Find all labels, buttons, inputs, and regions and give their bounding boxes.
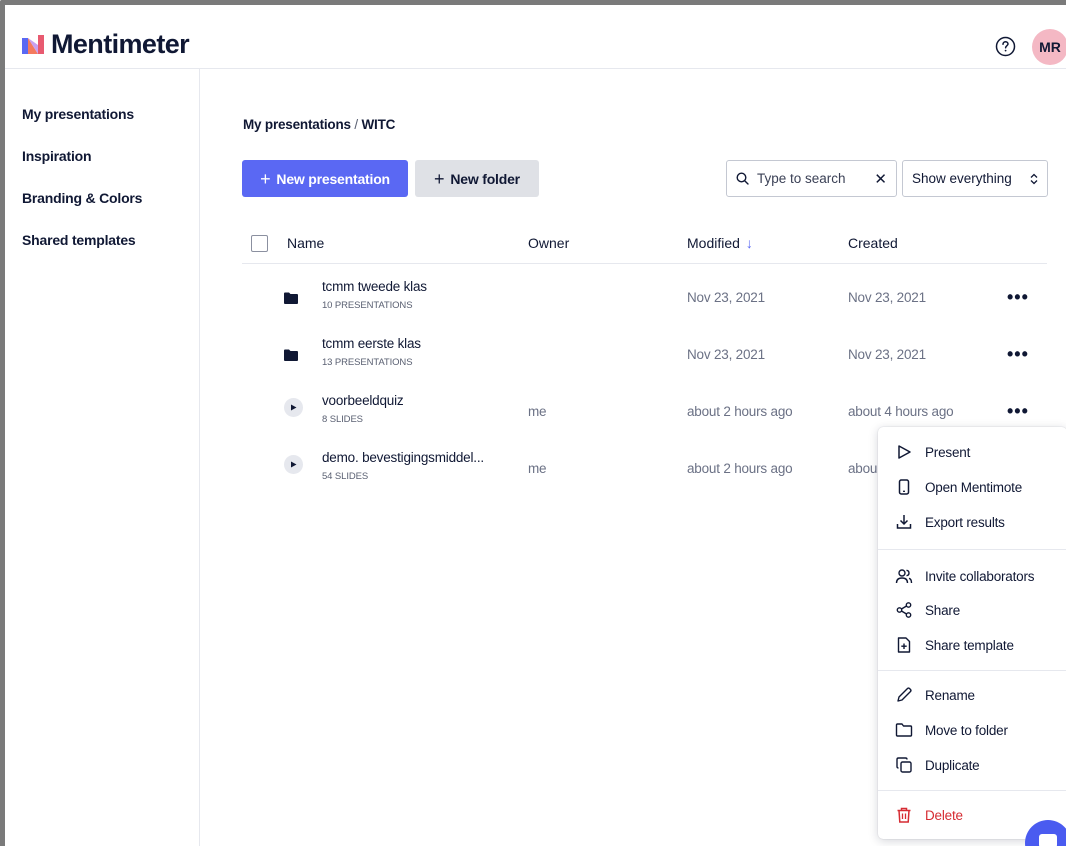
app-window: Mentimeter MR My presentations Inspirati… [0,0,1066,846]
mentimeter-logo-icon [22,35,44,54]
menu-item-export-results[interactable]: Export results [878,507,1066,537]
menu-item-invite-collaborators[interactable]: Invite collaborators [878,561,1066,591]
breadcrumb-parent[interactable]: My presentations [243,117,351,132]
search-box: ✕ [726,160,897,197]
new-folder-label: New folder [450,170,520,187]
chat-icon [1039,834,1057,846]
search-icon [736,172,749,185]
users-icon [895,569,913,584]
menu-item-label: Delete [925,807,963,823]
row-modified: Nov 23, 2021 [687,290,765,305]
column-header-created[interactable]: Created [848,235,898,251]
top-bar: Mentimeter MR [5,5,1066,69]
sidebar-item-shared-templates[interactable]: Shared templates [22,232,136,248]
menu-item-label: Share template [925,637,1014,653]
table-row[interactable]: tcmm tweede klas 10 PRESENTATIONS Nov 23… [242,270,1047,326]
row-modified: about 2 hours ago [687,404,793,419]
help-icon[interactable] [995,36,1016,57]
row-title: demo. bevestigingsmiddel... [322,450,484,465]
row-title: tcmm eerste klas [322,336,421,351]
column-header-modified[interactable]: Modified ↓ [687,235,753,251]
row-created: abou [848,461,878,476]
copy-icon [896,757,912,773]
row-modified: Nov 23, 2021 [687,347,765,362]
filter-select[interactable]: Show everything [902,160,1048,197]
table-header: Name Owner Modified ↓ Created [242,230,1047,264]
folder-outline-icon [895,723,913,737]
menu-item-label: Rename [925,687,975,703]
menu-item-rename[interactable]: Rename [878,680,1066,710]
menu-item-label: Open Mentimote [925,479,1022,495]
search-input[interactable] [757,171,857,186]
logo-text: Mentimeter [51,29,190,59]
clear-search-icon[interactable]: ✕ [874,170,887,188]
row-modified: about 2 hours ago [687,461,793,476]
sidebar-item-branding-colors[interactable]: Branding & Colors [22,190,142,206]
row-subtitle: 10 PRESENTATIONS [322,300,413,311]
menu-item-share[interactable]: Share [878,595,1066,625]
play-button-icon[interactable] [284,455,303,474]
select-all-checkbox[interactable] [251,235,268,252]
menu-item-present[interactable]: Present [878,437,1066,467]
sort-down-arrow-icon: ↓ [745,235,753,251]
menu-divider [878,790,1066,791]
row-created: about 4 hours ago [848,404,954,419]
folder-icon [284,349,298,361]
more-options-icon[interactable]: ••• [1007,288,1029,306]
menu-item-label: Move to folder [925,722,1008,738]
row-title: tcmm tweede klas [322,279,427,294]
plus-icon: + [434,168,445,189]
sidebar-item-my-presentations[interactable]: My presentations [22,106,134,122]
chevron-updown-icon [1030,173,1038,184]
breadcrumb: My presentations / WITC [243,117,395,132]
breadcrumb-separator: / [354,117,358,132]
menu-item-duplicate[interactable]: Duplicate [878,750,1066,780]
file-plus-icon [897,637,911,653]
more-options-icon[interactable]: ••• [1007,345,1029,363]
menu-item-open-mentimote[interactable]: Open Mentimote [878,472,1066,502]
column-header-name[interactable]: Name [287,235,324,251]
avatar[interactable]: MR [1032,29,1066,65]
more-options-icon[interactable]: ••• [1007,402,1029,420]
menu-item-label: Duplicate [925,757,980,773]
folder-icon [284,292,298,304]
menu-divider [878,549,1066,550]
sidebar: My presentations Inspiration Branding & … [5,69,200,846]
menu-item-label: Invite collaborators [925,568,1035,584]
new-presentation-button[interactable]: + New presentation [242,160,408,197]
menu-item-move-to-folder[interactable]: Move to folder [878,715,1066,745]
share-icon [896,602,912,618]
sidebar-item-inspiration[interactable]: Inspiration [22,148,92,164]
row-subtitle: 13 PRESENTATIONS [322,357,413,368]
plus-icon: + [260,168,271,189]
phone-icon [898,479,910,495]
column-header-modified-label: Modified [687,235,740,251]
menu-item-share-template[interactable]: Share template [878,630,1066,660]
logo[interactable]: Mentimeter [22,29,190,59]
play-outline-icon [898,445,911,459]
trash-icon [897,807,911,823]
menu-item-label: Present [925,444,971,460]
row-created: Nov 23, 2021 [848,290,926,305]
row-created: Nov 23, 2021 [848,347,926,362]
row-owner: me [528,461,547,476]
row-owner: me [528,404,547,419]
row-subtitle: 8 SLIDES [322,414,363,425]
menu-item-label: Share [925,602,961,618]
download-icon [896,515,912,529]
breadcrumb-current: WITC [361,117,396,132]
pencil-icon [897,687,912,702]
new-presentation-label: New presentation [276,170,390,187]
row-title: voorbeeldquiz [322,393,404,408]
play-button-icon[interactable] [284,398,303,417]
new-folder-button[interactable]: + New folder [415,160,539,197]
menu-divider [878,670,1066,671]
menu-item-label: Export results [925,514,1005,530]
column-header-owner[interactable]: Owner [528,235,569,251]
row-subtitle: 54 SLIDES [322,471,369,482]
table-row[interactable]: tcmm eerste klas 13 PRESENTATIONS Nov 23… [242,327,1047,383]
filter-select-value: Show everything [912,171,1012,186]
context-menu: Present Open Mentimote Export results In… [878,427,1066,839]
